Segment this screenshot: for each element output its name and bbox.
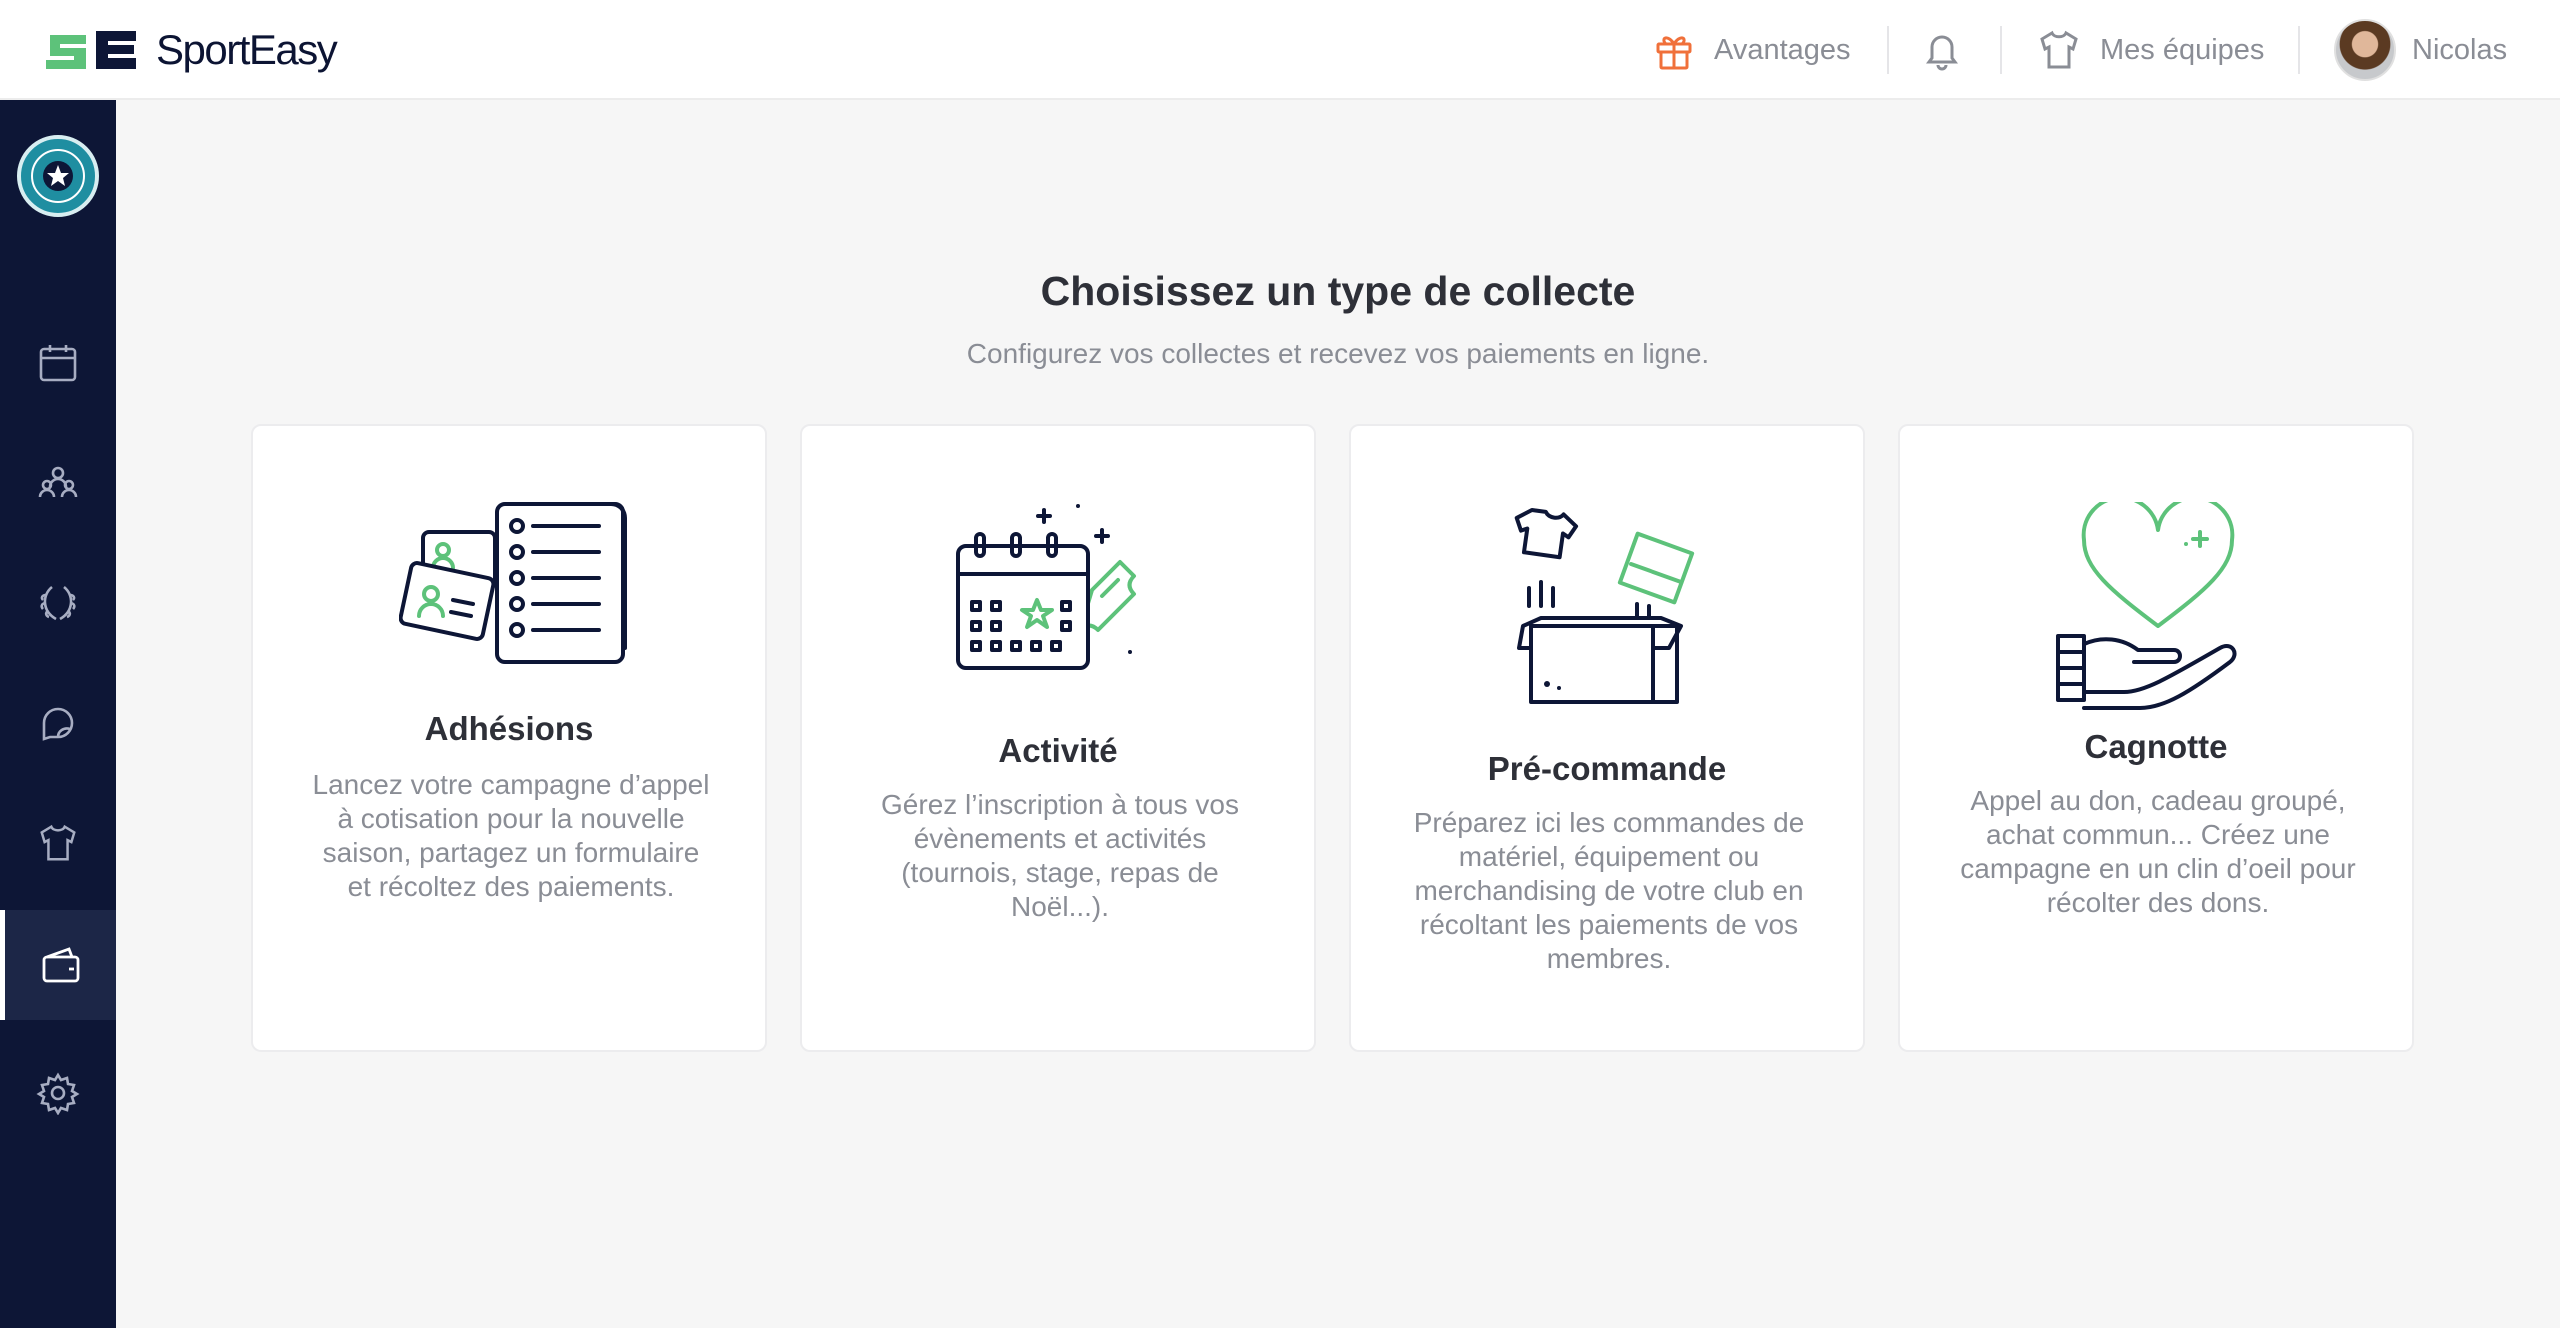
collection-type-card-preorder[interactable]: Pré-commande Préparez ici les commandes … xyxy=(1349,424,1865,1052)
card-description-line: évènements et activités xyxy=(913,823,1207,854)
card-description: Appel au don, cadeau groupé, achat commu… xyxy=(1944,784,2372,920)
card-description-line: à cotisation pour la nouvelle xyxy=(337,803,685,834)
brand-logo[interactable]: SportEasy xyxy=(46,24,338,76)
card-title: Activité xyxy=(998,732,1118,769)
tshirt-icon xyxy=(40,824,76,861)
calendar-icon xyxy=(39,345,77,382)
card-description-line: saison, partagez un formulaire xyxy=(322,837,700,868)
my-teams-label: Mes équipes xyxy=(2100,33,2265,66)
card-description-line: campagne en un clin d’oeil pour xyxy=(1960,853,2356,884)
merch-box-icon xyxy=(1514,507,1695,704)
notifications-button[interactable] xyxy=(1920,0,1964,100)
sidebar xyxy=(0,100,116,1328)
sportseasy-logo-icon xyxy=(46,31,136,69)
card-title: Cagnotte xyxy=(2084,728,2228,765)
card-description-line: récoltant les paiements de vos xyxy=(1419,909,1799,940)
members-icon xyxy=(38,466,78,498)
my-teams-link[interactable]: Mes équipes xyxy=(2036,0,2264,100)
tshirt-icon xyxy=(2040,30,2078,69)
card-description-line: Lancez votre campagne d’appel xyxy=(312,769,710,800)
chat-icon xyxy=(42,707,74,741)
sidebar-item-members[interactable] xyxy=(0,428,116,538)
page-subtitle: Configurez vos collectes et recevez vos … xyxy=(966,338,1710,369)
card-title: Adhésions xyxy=(424,710,594,747)
header-divider xyxy=(2298,26,2300,74)
card-description-line: merchandising de votre club en xyxy=(1414,875,1804,906)
user-menu[interactable]: Nicolas xyxy=(2334,0,2507,100)
wallet-icon xyxy=(42,947,79,983)
collection-type-card-activity[interactable]: Activité Gérez l’inscription à tous vos … xyxy=(800,424,1316,1052)
laurel-icon xyxy=(40,585,76,621)
card-description-line: matériel, équipement ou xyxy=(1458,841,1760,872)
sidebar-item-competitions[interactable] xyxy=(0,548,116,658)
card-description-line: Préparez ici les commandes de xyxy=(1413,807,1805,838)
user-name: Nicolas xyxy=(2412,33,2508,66)
card-description-line: et récoltez des paiements. xyxy=(347,871,675,902)
sidebar-item-messages[interactable] xyxy=(0,668,116,778)
card-description-line: récolter des dons. xyxy=(2046,887,2270,918)
top-bar: SportEasy Avantages Mes équipes Nicolas xyxy=(0,0,2560,100)
card-description-line: (tournois, stage, repas de xyxy=(901,857,1219,888)
card-description: Gérez l’inscription à tous vos évènement… xyxy=(846,788,1274,924)
card-description: Préparez ici les commandes de matériel, … xyxy=(1395,806,1823,976)
card-description-line: membres. xyxy=(1546,943,1672,974)
card-description-line: Gérez l’inscription à tous vos xyxy=(881,789,1239,820)
card-title: Pré-commande xyxy=(1487,750,1727,787)
header-divider xyxy=(1887,26,1889,74)
header-divider xyxy=(2000,26,2002,74)
sidebar-item-settings[interactable] xyxy=(0,1038,116,1148)
membership-cards-icon xyxy=(399,502,627,664)
club-emblem-icon xyxy=(31,149,85,203)
collection-type-card-memberships[interactable]: Adhésions Lancez votre campagne d’appel … xyxy=(251,424,767,1052)
heart-hand-icon xyxy=(2056,502,2237,710)
page-title: Choisissez un type de collecte xyxy=(1040,268,1636,314)
sidebar-item-teams[interactable] xyxy=(0,788,116,898)
gift-icon xyxy=(1656,36,1692,70)
bell-icon xyxy=(1926,35,1958,71)
card-description-line: Appel au don, cadeau groupé, xyxy=(1970,785,2346,816)
club-logo[interactable] xyxy=(17,135,99,217)
card-description-line: achat commun... Créez une xyxy=(1986,819,2330,850)
advantages-label: Avantages xyxy=(1714,33,1851,66)
calendar-ticket-icon xyxy=(956,504,1136,670)
advantages-link[interactable]: Avantages xyxy=(1652,0,1851,100)
collection-type-card-kitty[interactable]: Cagnotte Appel au don, cadeau groupé, ac… xyxy=(1898,424,2414,1052)
sidebar-item-payments[interactable] xyxy=(0,910,116,1020)
brand-name: SportEasy xyxy=(156,26,338,73)
card-description: Lancez votre campagne d’appel à cotisati… xyxy=(297,768,725,904)
card-description-line: Noël...). xyxy=(1010,891,1110,922)
avatar xyxy=(2334,19,2396,81)
gear-icon xyxy=(36,1072,80,1115)
sidebar-item-calendar[interactable] xyxy=(0,308,116,418)
